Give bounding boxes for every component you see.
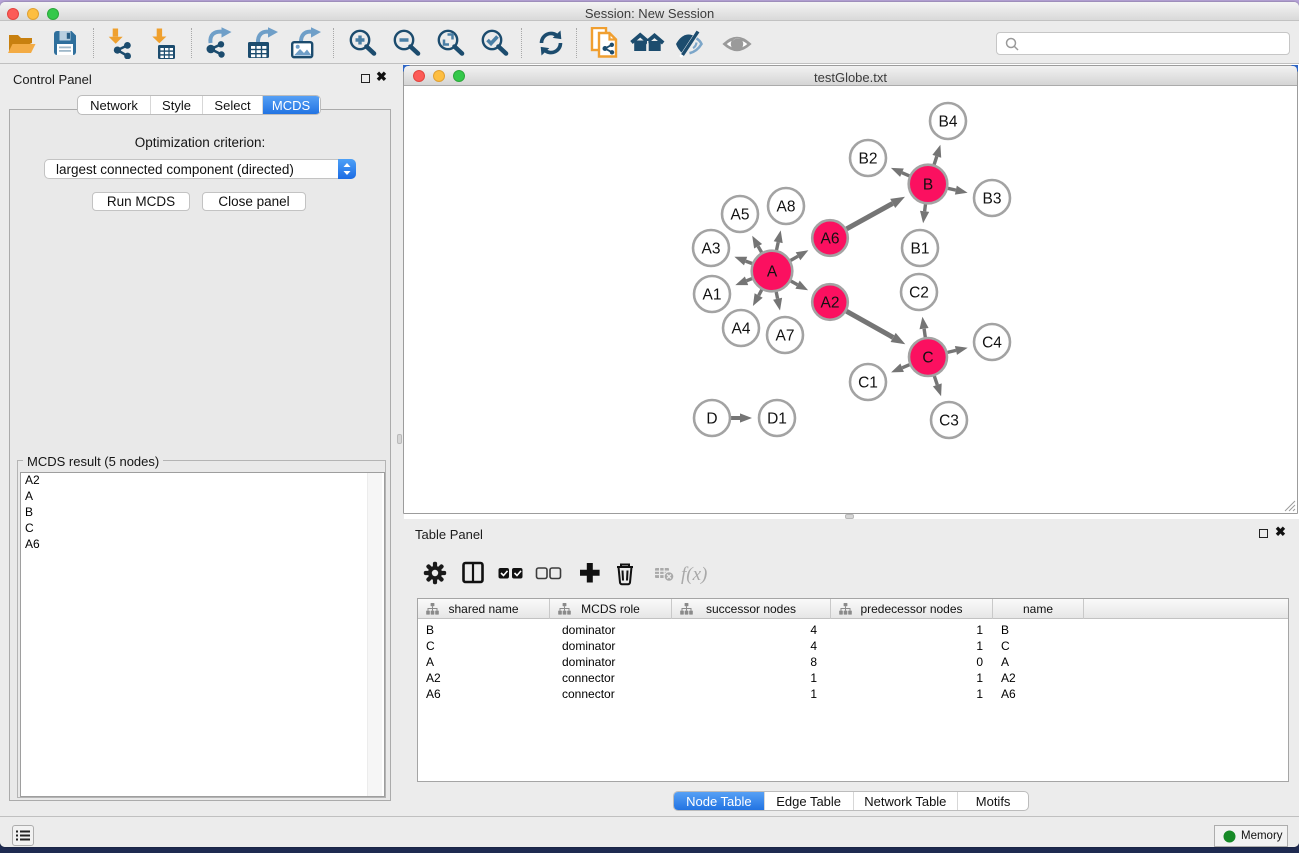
svg-text:C4: C4 [982, 335, 1002, 352]
svg-text:C3: C3 [939, 413, 959, 430]
svg-text:C: C [922, 350, 933, 367]
svg-text:B4: B4 [939, 114, 958, 131]
svg-text:B2: B2 [859, 151, 878, 168]
svg-text:A7: A7 [776, 328, 795, 345]
svg-text:A1: A1 [703, 287, 722, 304]
svg-text:B1: B1 [911, 241, 930, 258]
svg-text:A: A [767, 264, 778, 281]
svg-text:C2: C2 [909, 285, 929, 302]
svg-text:f(x): f(x) [681, 564, 707, 585]
svg-text:D1: D1 [767, 411, 787, 428]
svg-text:B: B [923, 177, 933, 194]
svg-text:A3: A3 [702, 241, 721, 258]
svg-text:A4: A4 [732, 321, 751, 338]
svg-text:B3: B3 [983, 191, 1002, 208]
svg-text:A5: A5 [731, 207, 750, 224]
svg-text:A2: A2 [821, 295, 840, 312]
svg-text:A8: A8 [777, 199, 796, 216]
svg-text:D: D [706, 411, 717, 428]
svg-text:A6: A6 [821, 231, 840, 248]
svg-text:C1: C1 [858, 375, 878, 392]
